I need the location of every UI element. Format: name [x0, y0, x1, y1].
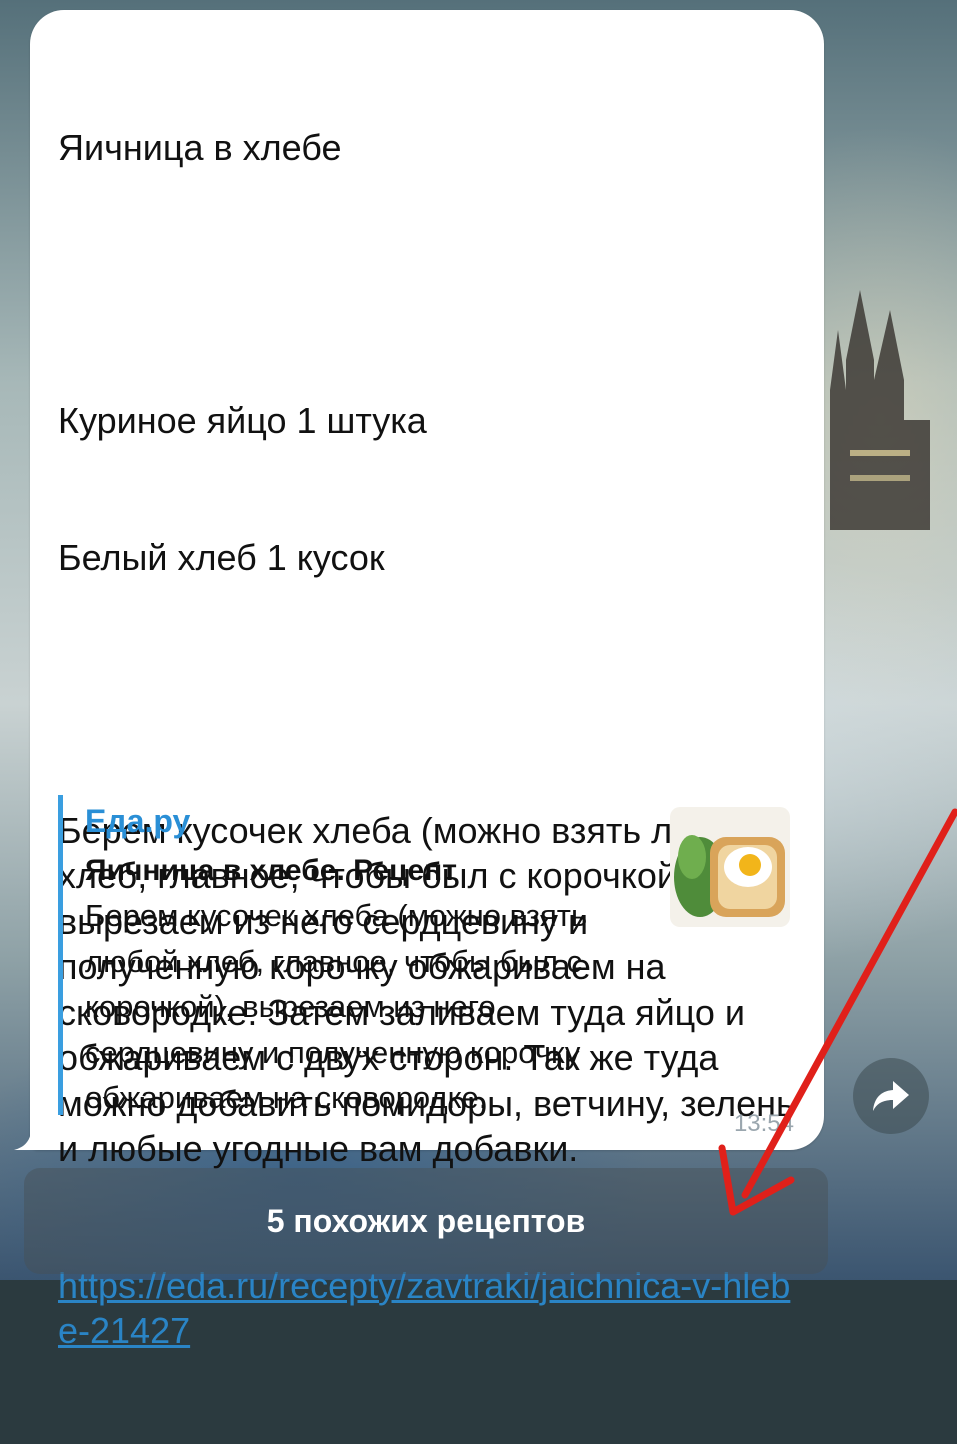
- message-bubble[interactable]: Яичница в хлебе Куриное яйцо 1 штука Бел…: [30, 10, 824, 1351]
- preview-description: Берем кусочек хлеба (можно взять любой х…: [85, 898, 596, 1115]
- similar-recipes-button[interactable]: 5 похожих рецептов: [24, 1168, 828, 1274]
- fried-egg-in-bread-image[interactable]: [670, 807, 790, 927]
- similar-recipes-label: 5 похожих рецептов: [266, 1202, 586, 1239]
- bubble-tail: [14, 1120, 54, 1150]
- recipe-link[interactable]: https://eda.ru/recepty/zavtraki/jaichnic…: [58, 1263, 808, 1353]
- ingredient-1: Куриное яйцо 1 штука: [58, 400, 427, 441]
- recipe-title: Яичница в хлебе: [58, 127, 342, 168]
- link-preview[interactable]: Еда.ру Яичница в хлебе. Рецепт Берем кус…: [58, 795, 808, 1115]
- share-button[interactable]: [853, 1058, 929, 1134]
- castle-silhouette: [830, 290, 930, 530]
- share-arrow-icon: [873, 1081, 909, 1111]
- ingredient-2: Белый хлеб 1 кусок: [58, 536, 385, 578]
- message-time: 13:54: [733, 1110, 794, 1137]
